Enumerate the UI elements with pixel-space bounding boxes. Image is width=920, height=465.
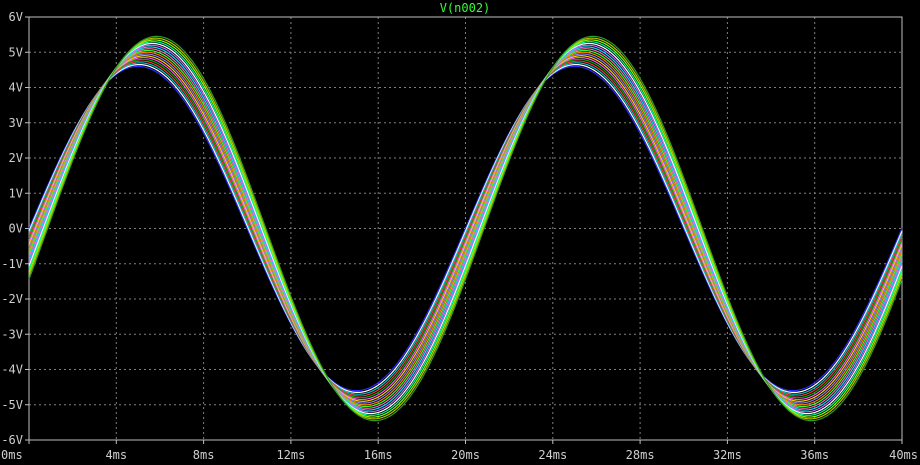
x-tick-label: 32ms <box>713 448 742 462</box>
x-tick-label: 40ms <box>889 448 918 462</box>
y-tick-label: -3V <box>1 327 23 341</box>
x-tick-label: 28ms <box>626 448 655 462</box>
y-tick-label: 3V <box>9 116 23 130</box>
x-tick-label: 4ms <box>105 448 127 462</box>
y-tick-label: -1V <box>1 257 23 271</box>
y-tick-label: 2V <box>9 151 23 165</box>
waveform-chart[interactable]: V(n002) 6V 5V 4V 3V 2V 1V 0V -1V -2V -3V -4V -5V -6V… <box>0 0 920 465</box>
x-tick-label: 24ms <box>538 448 567 462</box>
x-tick-label: 0ms <box>1 448 23 462</box>
y-tick-label: 4V <box>9 81 23 95</box>
x-tick-label: 20ms <box>451 448 480 462</box>
plot-window: V(n002) 6V 5V 4V 3V 2V 1V 0V -1V -2V -3V -4V -5V -6V… <box>0 0 920 465</box>
x-tick-label: 12ms <box>276 448 305 462</box>
plot-frame <box>25 16 903 444</box>
y-tick-label: 1V <box>9 186 23 200</box>
x-tick-label: 16ms <box>364 448 393 462</box>
x-axis-tick-labels: 0ms 4ms 8ms 12ms 16ms 20ms 24ms 28ms 32ms 36ms 40m… <box>1 448 918 462</box>
y-tick-label: 6V <box>9 10 23 24</box>
y-tick-label: -5V <box>1 398 23 412</box>
x-tick-label: 36ms <box>800 448 829 462</box>
y-tick-label: 0V <box>9 222 23 236</box>
y-tick-label: 5V <box>9 45 23 59</box>
x-tick-label: 8ms <box>193 448 215 462</box>
y-tick-label: -4V <box>1 363 23 377</box>
y-axis-tick-labels: 6V 5V 4V 3V 2V 1V 0V -1V -2V -3V -4V -5V -6V <box>1 10 23 447</box>
y-tick-label: -6V <box>1 433 23 447</box>
trace-label[interactable]: V(n002) <box>440 1 491 15</box>
y-tick-label: -2V <box>1 292 23 306</box>
